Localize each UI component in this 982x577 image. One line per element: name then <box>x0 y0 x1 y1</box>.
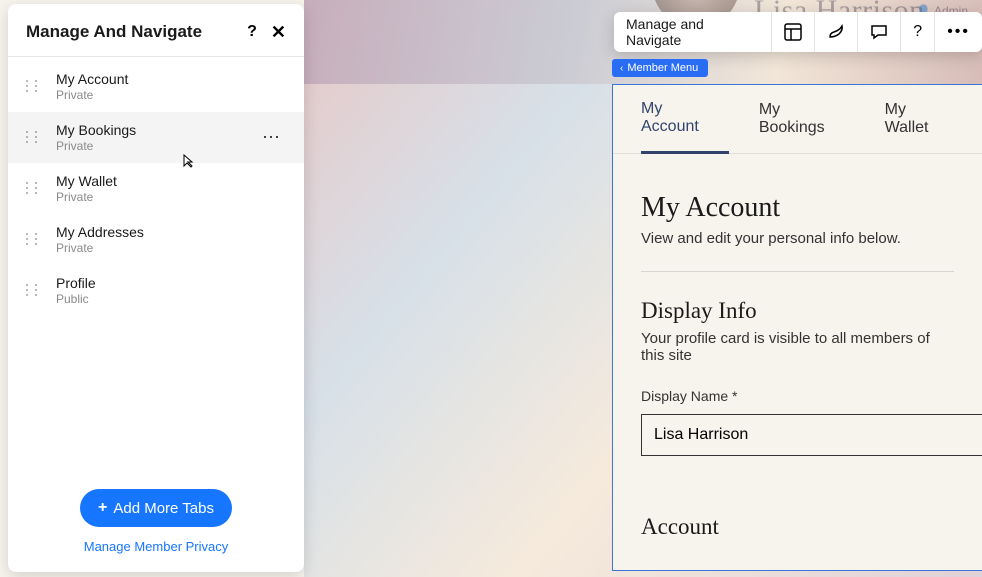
drag-handle-icon[interactable] <box>26 80 40 94</box>
panel-header: Manage And Navigate ? ✕ <box>8 4 304 57</box>
panel-title: Manage And Navigate <box>26 22 202 42</box>
breadcrumb[interactable]: ‹ Member Menu <box>612 59 708 77</box>
section-account-title: Account <box>641 514 954 540</box>
canvas: Lisa Harrison 👤 Admin Manage and Navigat… <box>304 0 982 577</box>
drag-handle-icon[interactable] <box>26 233 40 247</box>
close-icon[interactable]: ✕ <box>271 23 286 41</box>
breadcrumb-label: Member Menu <box>627 62 698 74</box>
panel-footer: + Add More Tabs Manage Member Privacy <box>8 471 304 572</box>
sidebar-item-visibility: Private <box>56 88 128 102</box>
plus-icon: + <box>98 499 107 517</box>
page-description: View and edit your personal info below. <box>641 230 954 247</box>
toolbar-help-icon[interactable]: ? <box>901 12 935 52</box>
sidebar-item-visibility: Private <box>56 241 144 255</box>
sidebar-item-my-bookings[interactable]: My Bookings Private ⋯ <box>8 112 304 163</box>
drag-handle-icon[interactable] <box>26 284 40 298</box>
section-display-info-desc: Your profile card is visible to all memb… <box>641 330 954 364</box>
toolbar-more-icon[interactable]: ••• <box>935 12 982 52</box>
member-tabs: My Account My Bookings My Wallet My Addr… <box>613 85 982 154</box>
add-more-tabs-button[interactable]: + Add More Tabs <box>80 489 232 527</box>
sidebar-item-label: My Bookings <box>56 122 136 138</box>
sidebar-item-label: My Addresses <box>56 224 144 240</box>
sidebar-item-profile[interactable]: Profile Public <box>8 265 304 316</box>
page-content: My Account View and edit your personal i… <box>613 154 982 570</box>
member-area: My Account My Bookings My Wallet My Addr… <box>612 84 982 571</box>
layout-icon[interactable] <box>772 12 815 52</box>
manage-panel: Manage And Navigate ? ✕ My Account Priva… <box>8 4 304 572</box>
sidebar-item-visibility: Private <box>56 139 136 153</box>
drag-handle-icon[interactable] <box>26 131 40 145</box>
tab-my-wallet[interactable]: My Wallet <box>885 86 959 152</box>
drag-handle-icon[interactable] <box>26 182 40 196</box>
sidebar-item-visibility: Private <box>56 190 117 204</box>
floating-toolbar: Manage and Navigate ? ••• <box>614 12 982 52</box>
comment-icon[interactable] <box>858 12 901 52</box>
divider <box>641 271 954 272</box>
sidebar-item-label: Profile <box>56 275 96 291</box>
tab-my-account[interactable]: My Account <box>641 85 729 154</box>
section-display-info-title: Display Info <box>641 298 954 324</box>
more-icon[interactable]: ⋯ <box>256 126 286 149</box>
tab-list: My Account Private My Bookings Private ⋯… <box>8 57 304 471</box>
toolbar-main-button[interactable]: Manage and Navigate <box>614 12 772 52</box>
sidebar-item-label: My Account <box>56 71 128 87</box>
sidebar-item-visibility: Public <box>56 292 96 306</box>
display-name-input[interactable] <box>641 414 982 456</box>
design-icon[interactable] <box>815 12 858 52</box>
help-icon[interactable]: ? <box>247 24 257 40</box>
toolbar-main-label: Manage and Navigate <box>626 16 759 48</box>
add-more-tabs-label: Add More Tabs <box>113 500 214 517</box>
chevron-left-icon: ‹ <box>620 63 623 74</box>
page-title: My Account <box>641 192 954 224</box>
tab-my-bookings[interactable]: My Bookings <box>759 86 855 152</box>
manage-member-privacy-link[interactable]: Manage Member Privacy <box>84 539 229 554</box>
sidebar-item-my-addresses[interactable]: My Addresses Private <box>8 214 304 265</box>
sidebar-item-my-wallet[interactable]: My Wallet Private <box>8 163 304 214</box>
sidebar-item-my-account[interactable]: My Account Private <box>8 61 304 112</box>
sidebar-item-label: My Wallet <box>56 173 117 189</box>
display-name-label: Display Name * <box>641 388 982 404</box>
